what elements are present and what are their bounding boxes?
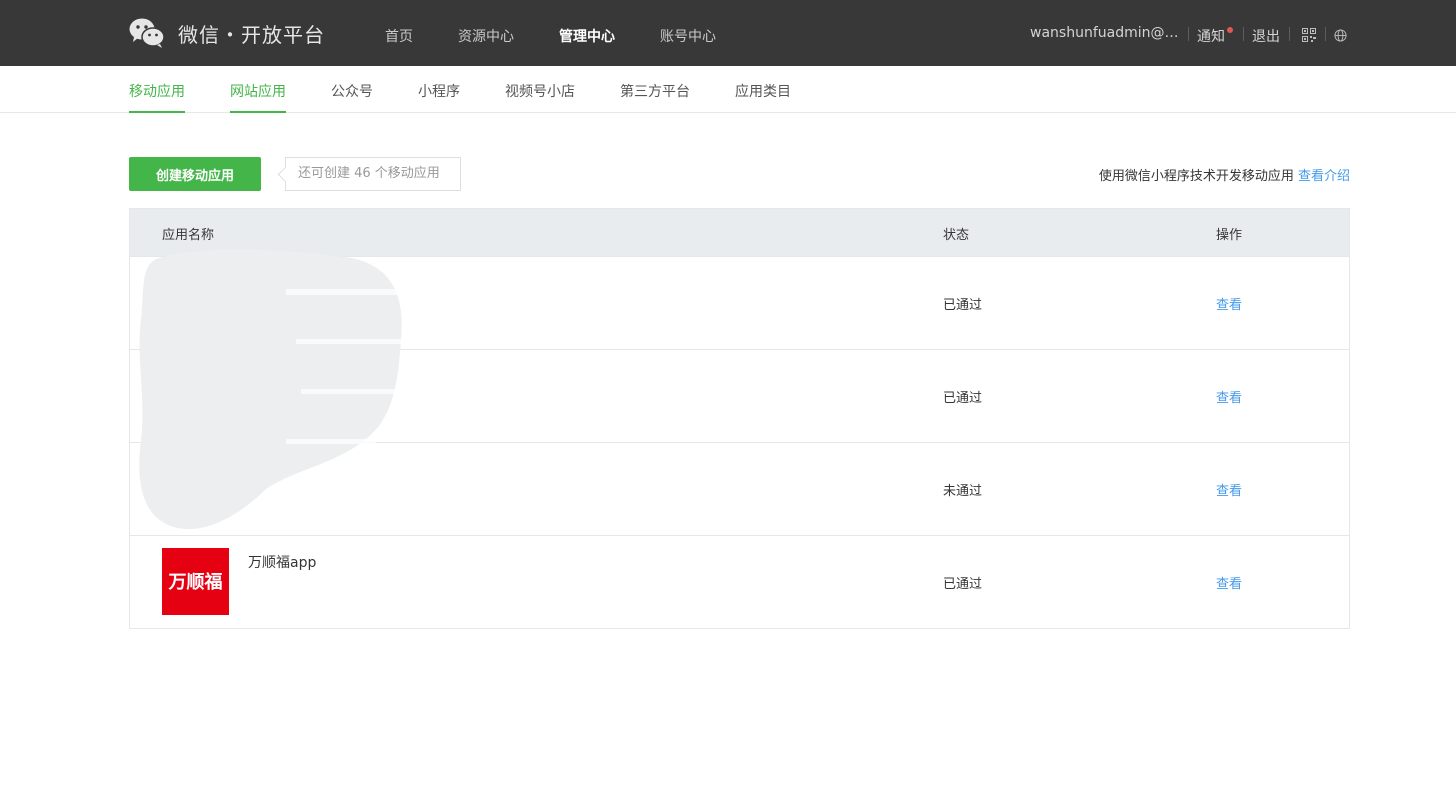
globe-icon[interactable] (1334, 29, 1347, 42)
nav-resources[interactable]: 资源中心 (458, 26, 514, 46)
subnav-mini-programs[interactable]: 小程序 (418, 81, 460, 113)
redacted-area (139, 249, 406, 530)
brand-title: 微信・开放平台 (178, 23, 325, 47)
app-table: 应用名称 状态 操作 已通过 查看 已通过 查看 未通过 查看 万顺福 万顺福a… (129, 208, 1350, 629)
subnav-channels-shop[interactable]: 视频号小店 (505, 81, 575, 113)
nav-management[interactable]: 管理中心 (559, 26, 615, 46)
notifications-link[interactable]: 通知 (1197, 26, 1225, 46)
mini-program-hint: 使用微信小程序技术开发移动应用 查看介绍 (1099, 165, 1350, 184)
view-app-link[interactable]: 查看 (1216, 573, 1242, 592)
app-logo-icon: 万顺福 (162, 548, 229, 615)
subnav-third-party[interactable]: 第三方平台 (620, 81, 690, 113)
qrcode-icon[interactable] (1302, 28, 1316, 42)
user-account-link[interactable]: wanshunfuadmin@w... (1030, 25, 1182, 41)
divider (1188, 27, 1189, 41)
create-mobile-app-button[interactable]: 创建移动应用 (129, 157, 261, 191)
subnav-website-apps[interactable]: 网站应用 (230, 81, 286, 113)
column-header-action: 操作 (1216, 228, 1243, 243)
divider (1243, 27, 1244, 41)
nav-account[interactable]: 账号中心 (660, 26, 716, 46)
app-name: 万顺福app (248, 555, 317, 571)
notification-dot-icon (1227, 27, 1233, 33)
divider (1325, 27, 1326, 41)
divider (1289, 27, 1290, 41)
hint-text: 使用微信小程序技术开发移动应用 (1098, 169, 1294, 184)
view-app-link[interactable]: 查看 (1216, 387, 1242, 406)
quota-tip: 还可创建 46 个移动应用 (285, 157, 461, 191)
app-status: 已通过 (943, 577, 983, 592)
view-app-link[interactable]: 查看 (1216, 480, 1242, 499)
table-row: 万顺福 万顺福app 已通过 查看 (130, 535, 1349, 628)
app-status: 未通过 (943, 484, 983, 499)
subnav-app-categories[interactable]: 应用类目 (735, 81, 791, 113)
top-bar: 微信・开放平台 首页 资源中心 管理中心 账号中心 wanshunfuadmin… (0, 0, 1456, 66)
view-intro-link[interactable]: 查看介绍 (1298, 169, 1350, 184)
column-header-name: 应用名称 (162, 228, 215, 243)
logout-link[interactable]: 退出 (1252, 26, 1280, 46)
nav-home[interactable]: 首页 (385, 26, 413, 46)
app-status: 已通过 (943, 391, 983, 406)
app-status: 已通过 (943, 298, 983, 313)
view-app-link[interactable]: 查看 (1216, 294, 1242, 313)
sub-nav: 移动应用 网站应用 公众号 小程序 视频号小店 第三方平台 应用类目 (0, 66, 1456, 113)
app-logo-text: 万顺福 (168, 571, 223, 593)
column-header-status: 状态 (943, 228, 970, 243)
wechat-logo-icon (129, 18, 165, 48)
subnav-mobile-apps[interactable]: 移动应用 (129, 81, 185, 113)
subnav-official-accounts[interactable]: 公众号 (331, 81, 373, 113)
